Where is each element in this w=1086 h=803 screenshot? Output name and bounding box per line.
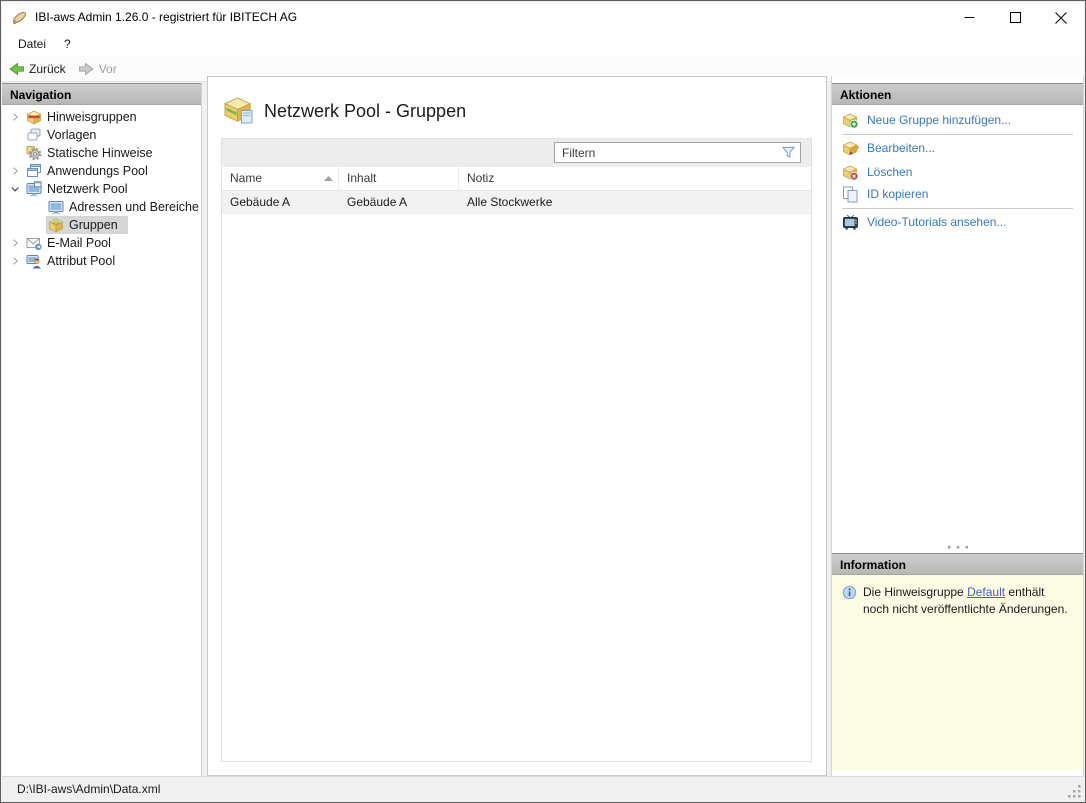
grip-dots-icon xyxy=(947,545,968,548)
titlebar: IBI-aws Admin 1.26.0 - registriert für I… xyxy=(2,2,1084,33)
copy-icon xyxy=(843,186,858,202)
table-header: Name Inhalt Notiz xyxy=(222,167,811,191)
forward-button-label: Vor xyxy=(98,61,117,76)
maximize-icon xyxy=(1009,12,1021,23)
notice-groups-icon xyxy=(27,110,41,125)
panel-splitter-grip[interactable] xyxy=(832,542,1083,551)
navigation-panel: Navigation Hinweisgruppen Vorlagen Stati… xyxy=(2,83,202,776)
group-edit-icon xyxy=(843,141,859,155)
nav-item-hinweisgruppen[interactable]: Hinweisgruppen xyxy=(2,108,201,126)
nav-item-gruppen[interactable]: Gruppen xyxy=(2,216,201,234)
action-edit[interactable]: Bearbeiten... xyxy=(832,137,1083,159)
information-message: Die Hinweisgruppe Default enthält noch n… xyxy=(863,585,1068,616)
attribute-pool-icon xyxy=(26,255,41,269)
cell-inhalt: Gebäude A xyxy=(347,195,408,209)
action-video-tutorials[interactable]: Video-Tutorials ansehen... xyxy=(832,211,1083,233)
action-copy-id[interactable]: ID kopieren xyxy=(832,183,1083,205)
minimize-icon xyxy=(964,17,974,18)
action-delete[interactable]: Löschen xyxy=(832,161,1083,183)
column-header-name[interactable]: Name xyxy=(222,167,339,190)
information-box: Die Hinweisgruppe Default enthält noch n… xyxy=(832,575,1083,770)
filter-funnel-icon[interactable] xyxy=(781,145,796,160)
resize-grip-icon[interactable] xyxy=(1068,785,1081,798)
nav-item-attribut-pool[interactable]: Attribut Pool xyxy=(2,252,201,270)
chevron-right-icon[interactable] xyxy=(6,111,24,123)
static-notices-icon xyxy=(26,146,42,161)
window-controls xyxy=(946,2,1084,33)
close-icon xyxy=(1055,11,1067,24)
column-header-notiz[interactable]: Notiz xyxy=(459,167,811,190)
chevron-right-icon[interactable] xyxy=(6,165,24,177)
back-button[interactable]: Zurück xyxy=(2,57,72,80)
email-pool-icon xyxy=(26,238,42,250)
chevron-right-icon[interactable] xyxy=(6,237,24,249)
maximize-button[interactable] xyxy=(992,2,1038,33)
action-add-group[interactable]: Neue Gruppe hinzufügen... xyxy=(832,109,1083,131)
network-pool-icon xyxy=(26,181,42,197)
minimize-button[interactable] xyxy=(946,2,992,33)
close-button[interactable] xyxy=(1038,2,1084,33)
content-panel: Netzwerk Pool - Gruppen Name xyxy=(207,76,827,776)
actions-header: Aktionen xyxy=(832,83,1083,105)
nav-item-anwendungs-pool[interactable]: Anwendungs Pool xyxy=(2,162,201,180)
column-header-inhalt[interactable]: Inhalt xyxy=(339,167,459,190)
nav-item-statische-hinweise[interactable]: Statische Hinweise xyxy=(2,144,201,162)
groups-icon xyxy=(49,218,63,233)
back-button-label: Zurück xyxy=(29,61,66,76)
nav-item-vorlagen[interactable]: Vorlagen xyxy=(2,126,201,144)
menu-help[interactable]: ? xyxy=(55,33,80,56)
cell-notiz: Alle Stockwerke xyxy=(467,195,553,209)
window-title: IBI-aws Admin 1.26.0 - registriert für I… xyxy=(35,10,298,24)
chevron-down-icon[interactable] xyxy=(6,183,24,195)
actions-separator xyxy=(842,208,1073,209)
page-title: Netzwerk Pool - Gruppen xyxy=(264,101,467,121)
statusbar: D:\IBI-aws\Admin\Data.xml xyxy=(2,776,1084,801)
navigation-tree: Hinweisgruppen Vorlagen Statische Hinwei… xyxy=(2,105,201,270)
filter-strip xyxy=(222,139,811,167)
menu-datei[interactable]: Datei xyxy=(9,33,55,56)
default-group-link[interactable]: Default xyxy=(967,585,1005,599)
video-tutorials-icon xyxy=(843,214,858,229)
filter-box xyxy=(554,142,801,163)
actions-panel: Aktionen Neue Gruppe hinzufügen... Bearb… xyxy=(831,76,1084,776)
nav-item-adressen-und-bereiche[interactable]: Adressen und Bereiche xyxy=(2,198,201,216)
templates-icon xyxy=(27,128,41,141)
groups-table: Name Inhalt Notiz Gebäude A Gebäude A Al… xyxy=(221,138,812,762)
menubar: Datei ? xyxy=(2,33,1084,56)
back-arrow-icon xyxy=(9,62,24,75)
selected-nav-item[interactable]: Gruppen xyxy=(46,216,128,234)
application-pool-icon xyxy=(27,164,41,177)
navigation-header: Navigation xyxy=(2,83,201,105)
nav-item-netzwerk-pool[interactable]: Netzwerk Pool xyxy=(2,180,201,198)
app-icon xyxy=(12,11,26,24)
forward-button[interactable]: Vor xyxy=(72,57,123,80)
group-add-icon xyxy=(843,113,859,129)
table-row[interactable]: Gebäude A Gebäude A Alle Stockwerke xyxy=(222,191,811,214)
group-delete-icon xyxy=(843,165,859,181)
nav-item-email-pool[interactable]: E-Mail Pool xyxy=(2,234,201,252)
app-window: IBI-aws Admin 1.26.0 - registriert für I… xyxy=(0,0,1086,803)
chevron-right-icon[interactable] xyxy=(6,255,24,267)
cell-name: Gebäude A xyxy=(230,195,291,209)
actions-separator xyxy=(842,134,1073,135)
addresses-icon xyxy=(48,201,64,215)
sort-ascending-icon xyxy=(324,176,333,181)
info-icon xyxy=(842,585,857,600)
network-group-icon xyxy=(224,97,253,124)
data-file-path: D:\IBI-aws\Admin\Data.xml xyxy=(17,782,161,796)
forward-arrow-icon xyxy=(78,62,94,75)
information-header: Information xyxy=(832,553,1083,575)
filter-input[interactable] xyxy=(555,143,781,162)
